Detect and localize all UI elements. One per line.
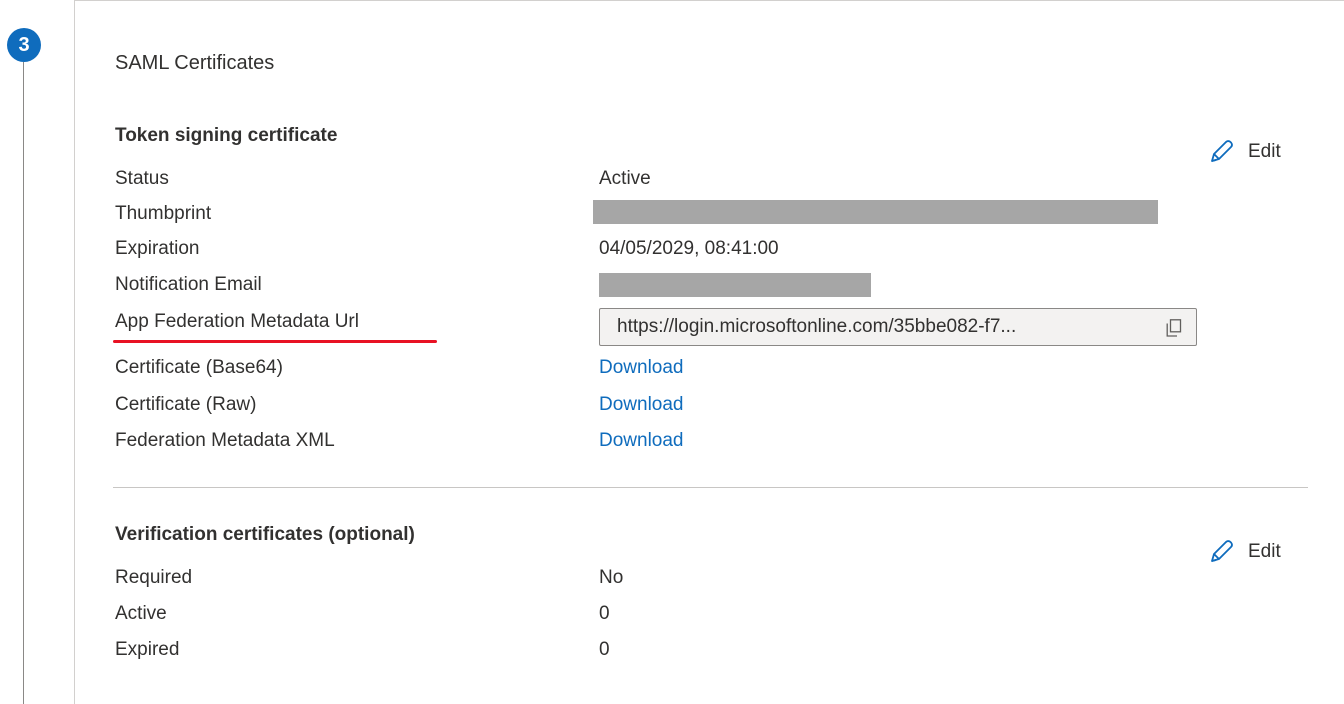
highlight-underline (113, 340, 437, 343)
federation-metadata-xml-download-link[interactable]: Download (599, 430, 684, 452)
certificate-base64-label: Certificate (Base64) (115, 357, 283, 378)
expired-label: Expired (115, 639, 180, 660)
notification-email-redacted-value (599, 273, 871, 297)
certificate-raw-download-link[interactable]: Download (599, 394, 684, 416)
expiration-value: 04/05/2029, 08:41:00 (599, 238, 779, 259)
saml-certificates-step: 3 SAML Certificates Token signing certif… (0, 0, 1344, 704)
thumbprint-redacted-value (593, 200, 1158, 224)
notification-email-label: Notification Email (115, 274, 262, 295)
required-value: No (599, 567, 624, 588)
expired-value: 0 (599, 639, 610, 660)
active-value: 0 (599, 603, 610, 624)
app-federation-metadata-url-field[interactable]: https://login.microsoftonline.com/35bbe0… (599, 308, 1197, 346)
section-title: SAML Certificates (115, 52, 275, 74)
token-signing-edit-button[interactable]: Edit (1206, 137, 1281, 167)
app-federation-metadata-url-label: App Federation Metadata Url (115, 311, 359, 332)
thumbprint-label: Thumbprint (115, 203, 212, 224)
step-connector-line (23, 62, 24, 704)
status-label: Status (115, 168, 169, 189)
token-signing-heading: Token signing certificate (115, 125, 338, 146)
pencil-icon (1211, 140, 1233, 162)
section-divider (113, 487, 1308, 488)
app-federation-metadata-url-value: https://login.microsoftonline.com/35bbe0… (617, 316, 1017, 337)
status-value: Active (599, 168, 651, 189)
verification-edit-button[interactable]: Edit (1206, 537, 1281, 567)
copy-icon[interactable] (1166, 319, 1182, 337)
pencil-icon (1211, 540, 1233, 562)
active-label: Active (115, 603, 167, 624)
edit-label: Edit (1248, 141, 1281, 162)
certificate-raw-label: Certificate (Raw) (115, 394, 257, 415)
required-label: Required (115, 567, 193, 588)
edit-label: Edit (1248, 541, 1281, 562)
saml-certificates-card (74, 0, 1344, 704)
step-number-badge: 3 (7, 28, 41, 62)
verification-certificates-heading: Verification certificates (optional) (115, 524, 415, 545)
federation-metadata-xml-label: Federation Metadata XML (115, 430, 335, 451)
expiration-label: Expiration (115, 238, 200, 259)
certificate-base64-download-link[interactable]: Download (599, 357, 684, 379)
